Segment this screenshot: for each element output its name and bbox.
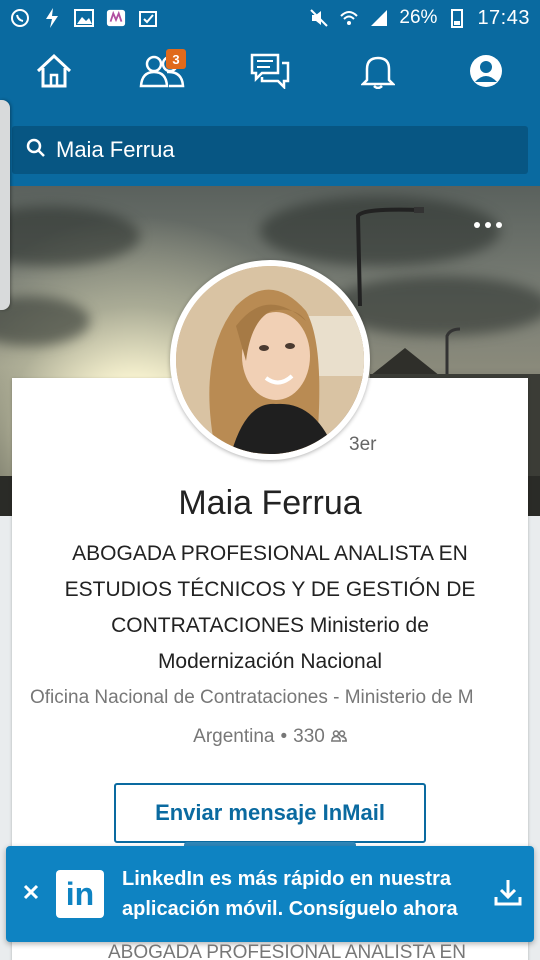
clock: 17:43 — [477, 6, 530, 29]
connection-degree: 3er — [349, 434, 377, 455]
network-badge: 3 — [166, 49, 186, 69]
task-icon — [138, 8, 158, 28]
location-row: Argentina • 330 — [0, 726, 540, 748]
profile-company: Oficina Nacional de Contrataciones - Min… — [30, 687, 474, 708]
search-query: Maia Ferrua — [56, 137, 175, 162]
app-icon — [106, 8, 126, 28]
nav-profile[interactable] — [456, 43, 516, 103]
connections-icon — [330, 726, 347, 748]
bell-icon — [359, 53, 397, 94]
nav-network[interactable]: 3 — [132, 43, 192, 103]
search-input[interactable]: Maia Ferrua — [12, 126, 528, 174]
close-icon — [23, 884, 39, 905]
profile-location: Argentina — [193, 726, 275, 747]
flash-icon — [42, 8, 62, 28]
separator-dot: • — [280, 726, 288, 747]
mute-icon — [309, 8, 329, 28]
download-icon — [493, 877, 523, 912]
linkedin-logo: in — [56, 870, 104, 918]
profile-headline: ABOGADA PROFESIONAL ANALISTA EN ESTUDIOS… — [64, 542, 476, 673]
status-bar: 26% 17:43 — [0, 0, 540, 36]
signal-icon — [369, 8, 389, 28]
nav-messages[interactable] — [240, 43, 300, 103]
search-bar: Maia Ferrua — [0, 110, 540, 186]
whatsapp-icon — [10, 8, 30, 28]
download-button[interactable] — [482, 877, 534, 912]
profile-name: Maia Ferrua — [178, 484, 362, 522]
app-install-banner[interactable]: in LinkedIn es más rápido en nuestra apl… — [6, 846, 534, 942]
battery-percent: 26% — [399, 7, 438, 28]
close-banner-button[interactable] — [6, 884, 56, 905]
avatar[interactable] — [170, 260, 370, 460]
connection-count: 330 — [293, 726, 325, 747]
profile-icon — [468, 53, 504, 94]
nav-home[interactable] — [24, 43, 84, 103]
more-options-icon[interactable] — [474, 222, 502, 228]
wifi-icon — [339, 8, 359, 28]
home-icon — [35, 53, 73, 94]
search-icon — [26, 138, 46, 163]
banner-message: LinkedIn es más rápido en nuestra aplica… — [122, 868, 458, 920]
edge-panel-handle[interactable] — [0, 100, 10, 310]
battery-icon — [447, 8, 467, 28]
experience-peek: ABOGADA PROFESIONAL ANALISTA EN — [108, 942, 466, 960]
gallery-icon — [74, 8, 94, 28]
nav-notifications[interactable] — [348, 43, 408, 103]
send-inmail-button[interactable]: Enviar mensaje InMail — [114, 783, 426, 843]
top-nav: 3 — [0, 36, 540, 110]
messages-icon — [250, 53, 290, 94]
